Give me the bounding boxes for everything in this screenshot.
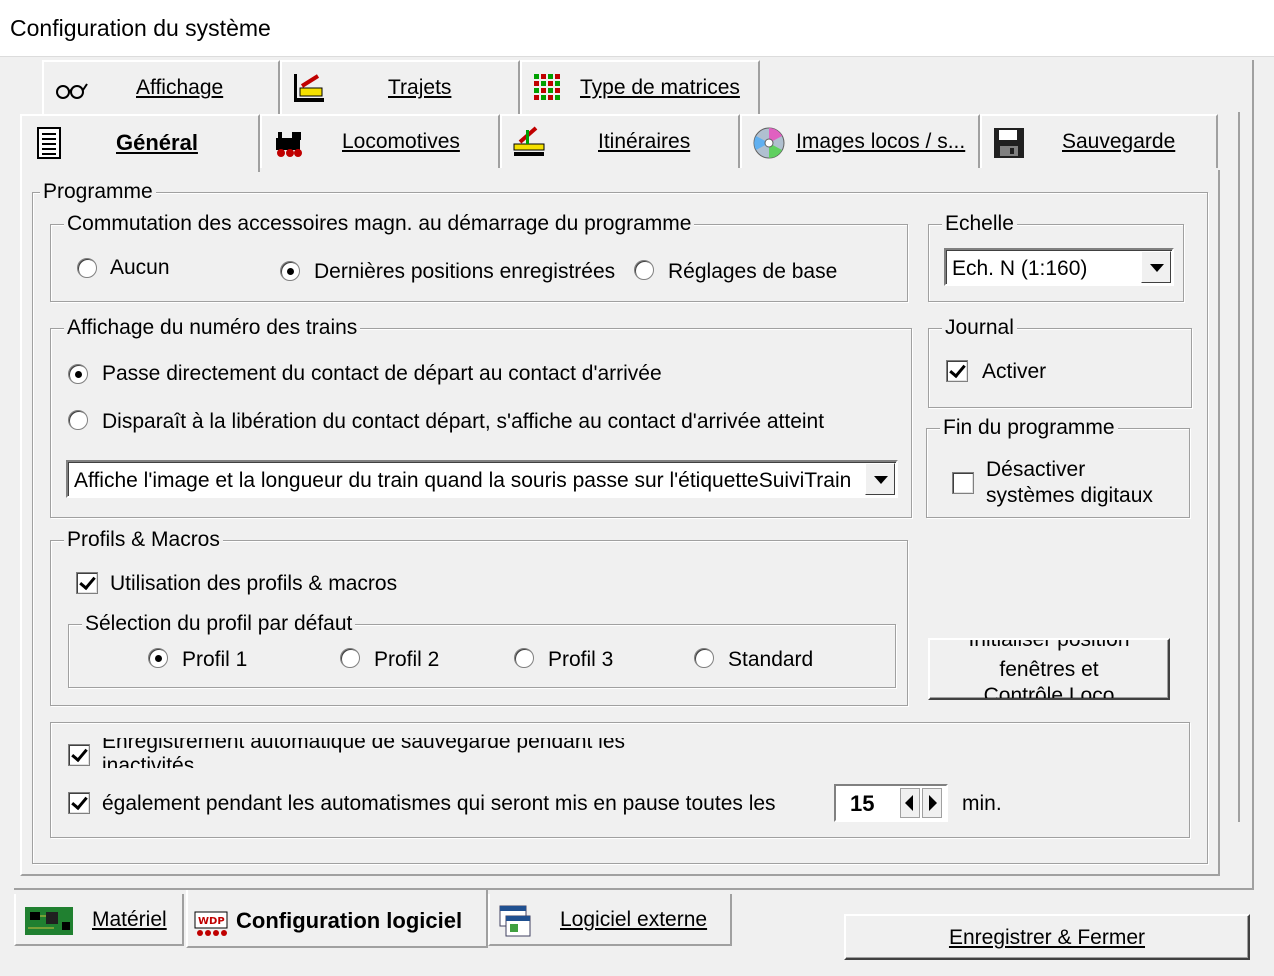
chevron-down-icon[interactable] bbox=[865, 463, 895, 495]
autosave-label-clip: Enregistrement automatique de sauvegarde… bbox=[102, 738, 822, 768]
pause-automatismes-label: également pendant les automatismes qui s… bbox=[102, 792, 776, 815]
tab-images-locos-label: Images locos / s... bbox=[796, 130, 966, 153]
chevron-down-icon[interactable] bbox=[1141, 251, 1171, 283]
radio-profil-2[interactable] bbox=[340, 648, 360, 668]
radio-profil-1[interactable] bbox=[148, 648, 168, 668]
desactiver-label-line2: systèmes digitaux bbox=[986, 484, 1153, 507]
tab-general-label: Général bbox=[116, 130, 198, 155]
track-icon bbox=[294, 74, 324, 102]
minutes-value: 15 bbox=[850, 791, 875, 816]
windows-icon bbox=[499, 905, 531, 937]
initialiser-line1: Initialiser position bbox=[968, 638, 1130, 651]
radio-aucun[interactable] bbox=[77, 258, 97, 278]
glasses-icon bbox=[56, 83, 88, 99]
tab-itineraires-label: Itinéraires bbox=[598, 130, 691, 153]
initialiser-position-button[interactable]: Initialiser position fenêtres et Contrôl… bbox=[928, 638, 1170, 700]
echelle-legend: Echelle bbox=[942, 212, 1017, 236]
tab-configuration-logiciel-label: Configuration logiciel bbox=[236, 908, 463, 933]
selection-profil-legend: Sélection du profil par défaut bbox=[82, 612, 356, 636]
radio-dernieres-positions[interactable] bbox=[280, 261, 300, 281]
locomotive-icon bbox=[276, 132, 302, 157]
tab-general[interactable]: Général bbox=[20, 114, 260, 172]
tab-locomotives-label: Locomotives bbox=[342, 130, 460, 153]
radio-passe-directement-label: Passe directement du contact de départ a… bbox=[102, 362, 662, 385]
initialiser-line3: Contrôle Loco bbox=[983, 684, 1115, 700]
matrix-icon bbox=[534, 74, 560, 100]
radio-profil-3[interactable] bbox=[514, 648, 534, 668]
autosave-label-line2: inactivités bbox=[102, 754, 195, 768]
circuit-board-icon bbox=[25, 907, 73, 935]
title-bar: Configuration du système bbox=[0, 0, 1274, 57]
radio-profil-2-label: Profil 2 bbox=[374, 648, 440, 671]
journal-activer-label: Activer bbox=[982, 360, 1047, 383]
affichage-mode-value: Affiche l'image et la longueur du train … bbox=[74, 469, 852, 492]
tab-logiciel-externe[interactable]: Logiciel externe bbox=[488, 894, 732, 946]
tab-type-de-matrices[interactable]: Type de matrices bbox=[520, 60, 760, 114]
radio-aucun-label: Aucun bbox=[110, 256, 170, 279]
tab-trajets[interactable]: Trajets bbox=[280, 60, 520, 114]
autosave-checkbox[interactable] bbox=[68, 744, 90, 766]
window-title: Configuration du système bbox=[10, 15, 271, 41]
initialiser-line2: fenêtres et bbox=[999, 658, 1099, 681]
enregistrer-fermer-label: Enregistrer & Fermer bbox=[948, 926, 1146, 949]
tab-itineraires[interactable]: Itinéraires bbox=[500, 114, 740, 168]
profils-legend: Profils & Macros bbox=[64, 528, 223, 552]
desactiver-label-line1: Désactiver bbox=[986, 458, 1086, 481]
tab-affichage-label: Affichage bbox=[136, 76, 224, 99]
radio-standard-label: Standard bbox=[728, 648, 814, 671]
notepad-icon bbox=[37, 127, 61, 159]
spin-left-icon[interactable] bbox=[900, 788, 920, 818]
pause-automatismes-checkbox[interactable] bbox=[68, 792, 90, 814]
radio-dernieres-positions-label: Dernières positions enregistrées bbox=[314, 260, 616, 283]
signal-icon bbox=[513, 126, 545, 156]
enregistrer-fermer-button[interactable]: Enregistrer & Fermer bbox=[844, 914, 1250, 960]
tab-sauvegarde[interactable]: Sauvegarde bbox=[980, 114, 1218, 168]
tab-affichage[interactable]: Affichage bbox=[42, 60, 280, 114]
minutes-spinner[interactable]: 15 bbox=[834, 784, 948, 822]
radio-profil-3-label: Profil 3 bbox=[548, 648, 614, 671]
tab-images-locos[interactable]: Images locos / s... bbox=[740, 114, 980, 168]
utilisation-profils-checkbox[interactable] bbox=[76, 572, 98, 594]
journal-activer-checkbox[interactable] bbox=[946, 360, 968, 382]
programme-legend: Programme bbox=[40, 180, 156, 204]
radio-reglages-de-base[interactable] bbox=[634, 260, 654, 280]
radio-reglages-de-base-label: Réglages de base bbox=[668, 260, 838, 283]
tab-locomotives[interactable]: Locomotives bbox=[260, 114, 500, 168]
radio-disparait-label: Disparaît à la libération du contact dép… bbox=[102, 410, 825, 433]
radio-disparait[interactable] bbox=[68, 410, 88, 430]
minutes-unit: min. bbox=[962, 792, 1002, 815]
affichage-mode-select[interactable]: Affiche l'image et la longueur du train … bbox=[66, 460, 898, 498]
tab-logiciel-externe-label: Logiciel externe bbox=[560, 908, 708, 931]
autosave-label-line1: Enregistrement automatique de sauvegarde… bbox=[102, 738, 626, 753]
echelle-select[interactable]: Ech. N (1:160) bbox=[944, 248, 1174, 286]
fin-programme-legend: Fin du programme bbox=[940, 416, 1118, 440]
desactiver-digital-checkbox[interactable] bbox=[952, 472, 974, 494]
radio-profil-1-label: Profil 1 bbox=[182, 648, 248, 671]
tab-trajets-label: Trajets bbox=[388, 76, 452, 99]
svg-text:WDP: WDP bbox=[198, 916, 225, 927]
tab-materiel[interactable]: Matériel bbox=[14, 894, 184, 946]
affichage-numero-legend: Affichage du numéro des trains bbox=[64, 316, 361, 340]
tab-type-de-matrices-label: Type de matrices bbox=[580, 76, 740, 99]
radio-passe-directement[interactable] bbox=[68, 364, 88, 384]
journal-legend: Journal bbox=[942, 316, 1017, 340]
cd-icon bbox=[753, 127, 785, 159]
echelle-value: Ech. N (1:160) bbox=[952, 257, 1088, 280]
tab-configuration-logiciel[interactable]: WDP Configuration logiciel bbox=[186, 890, 488, 948]
commutation-legend: Commutation des accessoires magn. au dém… bbox=[64, 212, 695, 236]
utilisation-profils-label: Utilisation des profils & macros bbox=[110, 572, 398, 595]
radio-standard[interactable] bbox=[694, 648, 714, 668]
spin-right-icon[interactable] bbox=[922, 788, 942, 818]
tab-materiel-label: Matériel bbox=[92, 908, 167, 931]
wdp-icon: WDP bbox=[194, 911, 228, 936]
tab-sauvegarde-label: Sauvegarde bbox=[1062, 130, 1176, 153]
floppy-icon bbox=[994, 128, 1024, 158]
